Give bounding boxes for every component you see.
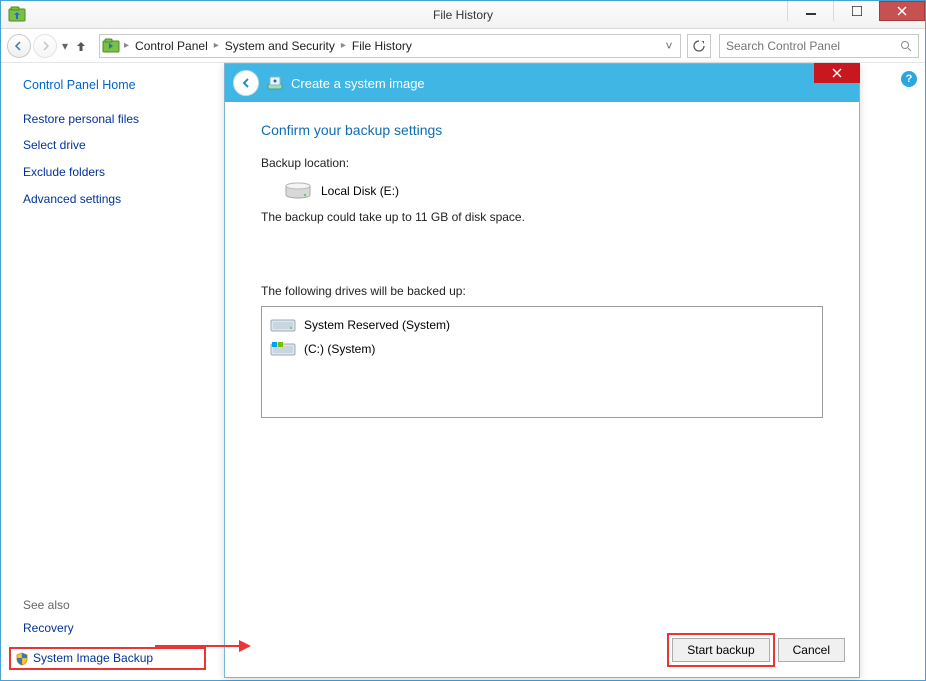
search-input[interactable] bbox=[726, 39, 900, 53]
location-icon bbox=[102, 37, 120, 55]
wizard-footer: Start backup Cancel bbox=[225, 623, 859, 677]
close-button[interactable] bbox=[879, 1, 925, 21]
search-icon bbox=[900, 40, 912, 52]
see-also-label: See also bbox=[23, 598, 206, 612]
sidebar-link-select-drive[interactable]: Select drive bbox=[23, 137, 206, 154]
sidebar: Control Panel Home Restore personal file… bbox=[1, 63, 216, 680]
hard-drive-icon bbox=[270, 316, 296, 334]
drives-list-label: The following drives will be backed up: bbox=[261, 284, 823, 298]
wizard-title: Create a system image bbox=[291, 76, 425, 91]
wizard-heading: Confirm your backup settings bbox=[261, 122, 823, 138]
drive-list-item: System Reserved (System) bbox=[270, 313, 814, 337]
sidebar-link-system-image-backup[interactable]: System Image Backup bbox=[9, 647, 206, 670]
sidebar-link-exclude[interactable]: Exclude folders bbox=[23, 164, 206, 181]
shield-icon bbox=[15, 652, 29, 666]
chevron-right-icon: ▸ bbox=[122, 40, 131, 51]
wizard-titlebar: Create a system image bbox=[225, 64, 859, 102]
backup-location-label: Backup location: bbox=[261, 156, 823, 170]
cancel-button[interactable]: Cancel bbox=[778, 638, 845, 662]
drives-list: System Reserved (System) (C:) (System) bbox=[261, 306, 823, 418]
wizard-back-button[interactable] bbox=[233, 70, 259, 96]
drive-list-item: (C:) (System) bbox=[270, 337, 814, 361]
breadcrumb-item[interactable]: Control Panel bbox=[131, 35, 212, 57]
backup-size-note: The backup could take up to 11 GB of dis… bbox=[261, 210, 823, 224]
wizard-close-button[interactable] bbox=[814, 63, 860, 83]
up-button[interactable] bbox=[73, 38, 89, 54]
search-box[interactable] bbox=[719, 34, 919, 58]
control-panel-home-link[interactable]: Control Panel Home bbox=[23, 77, 206, 95]
create-system-image-dialog: Create a system image Confirm your backu… bbox=[224, 63, 860, 678]
chevron-right-icon: ▸ bbox=[212, 40, 221, 51]
sidebar-link-recovery[interactable]: Recovery bbox=[23, 620, 206, 637]
minimize-button[interactable] bbox=[787, 1, 833, 21]
breadcrumb-item[interactable]: System and Security bbox=[221, 35, 339, 57]
backup-location-row: Local Disk (E:) bbox=[261, 178, 823, 210]
app-icon bbox=[7, 5, 27, 25]
wizard-icon bbox=[267, 75, 283, 91]
drive-label: (C:) (System) bbox=[304, 342, 375, 356]
windows-drive-icon bbox=[270, 340, 296, 358]
hard-drive-icon bbox=[285, 182, 311, 200]
history-dropdown[interactable]: ▾ bbox=[59, 39, 71, 53]
address-bar[interactable]: ▸ Control Panel ▸ System and Security ▸ … bbox=[99, 34, 681, 58]
sidebar-link-restore[interactable]: Restore personal files bbox=[23, 111, 206, 128]
forward-button[interactable] bbox=[33, 34, 57, 58]
start-backup-button[interactable]: Start backup bbox=[672, 638, 769, 662]
breadcrumb-item[interactable]: File History bbox=[348, 35, 416, 57]
chevron-right-icon: ▸ bbox=[339, 40, 348, 51]
refresh-button[interactable] bbox=[687, 34, 711, 58]
help-icon[interactable]: ? bbox=[901, 71, 917, 87]
drive-label: System Reserved (System) bbox=[304, 318, 450, 332]
navigation-bar: ▾ ▸ Control Panel ▸ System and Security … bbox=[1, 29, 925, 63]
back-button[interactable] bbox=[7, 34, 31, 58]
titlebar: File History bbox=[1, 1, 925, 29]
system-image-backup-label[interactable]: System Image Backup bbox=[33, 650, 153, 667]
address-dropdown[interactable]: ˅ bbox=[660, 39, 678, 53]
backup-location-value: Local Disk (E:) bbox=[321, 184, 399, 198]
window-title: File History bbox=[433, 8, 493, 22]
sidebar-link-advanced[interactable]: Advanced settings bbox=[23, 191, 206, 208]
maximize-button[interactable] bbox=[833, 1, 879, 21]
